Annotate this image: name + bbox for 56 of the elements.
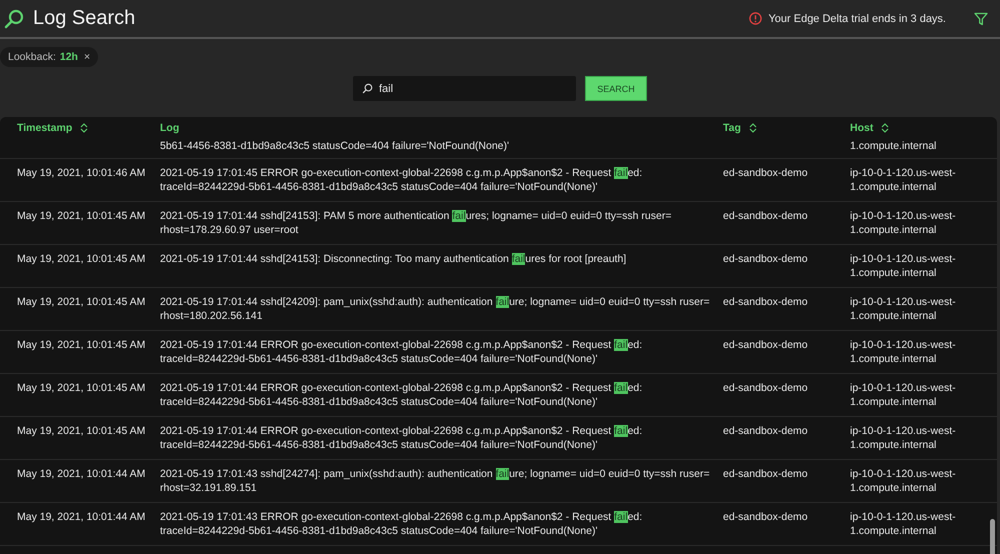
column-header[interactable]: Tag xyxy=(723,122,741,134)
host-cell-text: ip-10-0-1-120.us-west-1.compute.internal xyxy=(850,380,957,410)
host-cell-text: ip-10-0-1-120.us-west-1.compute.internal xyxy=(850,338,957,366)
host-cell-text: ip-10-0-1-120.us-west-1.compute.internal xyxy=(850,294,957,324)
tag-cell: ed-sandbox-demo xyxy=(723,382,808,394)
timestamp-cell: May 19, 2021, 10:01:44 AM xyxy=(17,510,146,522)
sort-icon[interactable] xyxy=(881,123,890,133)
timestamp-cell: May 19, 2021, 10:01:45 AM xyxy=(17,382,146,394)
timestamp-cell: May 19, 2021, 10:01:46 AM xyxy=(17,166,146,178)
log-cell-text: 2021-05-19 17:01:44 ERROR go-execution-context-global-22698 c.g.m.p.App$anon$2 - Request failed: traceId=8244229d-5b61-4456-8381-d1bd9a8c43c5 statusCode=404 failure='NotFound(None)' xyxy=(160,338,644,366)
timestamp-cell: May 19, 2021, 10:01:45 AM xyxy=(17,424,146,436)
timestamp-cell: May 19, 2021, 10:01:45 AM xyxy=(17,210,146,222)
search-field[interactable]: fail xyxy=(353,76,576,101)
log-cell-text: 2021-05-19 17:01:43 ERROR go-execution-context-global-22698 c.g.m.p.App$anon$2 - Request failed: traceId=8244229d-5b61-4456-8381-d1bd9a8c43c5 statusCode=404 failure='NotFound(None)' xyxy=(160,510,644,538)
log-cell-text: 2021-05-19 17:01:44 ERROR go-execution-context-global-22698 c.g.m.p.App$anon$2 - Request failed: traceId=8244229d-5b61-4456-8381-d1bd9a8c43c5 statusCode=404 failure='NotFound(None)' xyxy=(160,380,644,410)
tag-cell: ed-sandbox-demo xyxy=(723,210,808,222)
search-button[interactable]: SEARCH xyxy=(585,76,647,101)
host-cell-text: ip-10-0-1-120.us-west-1.compute.internal xyxy=(850,208,957,238)
tag-cell: ed-sandbox-demo xyxy=(723,166,808,178)
tag-cell: ed-sandbox-demo xyxy=(723,252,808,264)
log-cell-text: 2021-05-19 17:01:45 ERROR go-execution-context-global-22698 c.g.m.p.App$anon$2 - Request failed: traceId=8244229d-5b61-4456-8381-d1bd9a8c43c5 statusCode=404 failure='NotFound(None)' xyxy=(160,166,644,194)
search-icon xyxy=(4,8,24,28)
log-cell-text: 5b61-4456-8381-d1bd9a8c43c5 statusCode=404 failure='NotFound(None)' xyxy=(160,139,510,154)
chip-value: 12h xyxy=(60,51,78,63)
timestamp-cell: May 19, 2021, 10:01:45 AM xyxy=(17,252,146,264)
close-icon[interactable]: × xyxy=(84,51,90,63)
search-icon xyxy=(362,83,373,94)
log-cell-text: 2021-05-19 17:01:44 sshd[24153]: PAM 5 more authentication failures; logname= uid=0 euid=0 tty=ssh ruser= rhost=178.29.60.97 user=root xyxy=(160,208,672,238)
timestamp-cell: May 19, 2021, 10:01:44 AM xyxy=(17,468,146,480)
host-cell-text: ip-10-0-1-120.us-west-1.compute.internal xyxy=(850,166,957,194)
log-cell-text: 2021-05-19 17:01:44 sshd[24153]: Disconnecting: Too many authentication failures for root [preauth] xyxy=(160,252,628,266)
tag-cell: ed-sandbox-demo xyxy=(723,468,808,480)
alert-icon xyxy=(749,12,762,25)
tag-cell: ed-sandbox-demo xyxy=(723,338,808,350)
host-cell-text: ip-10-0-1-120.us-west-1.compute.internal xyxy=(850,424,957,452)
host-cell-text: 1.compute.internal xyxy=(850,139,938,154)
timestamp-cell: May 19, 2021, 10:01:45 AM xyxy=(17,338,146,350)
timestamp-cell: May 19, 2021, 10:01:45 AM xyxy=(17,296,146,308)
filter-chip[interactable]: Lookback: 12h × xyxy=(0,47,98,67)
filter-icon[interactable] xyxy=(974,12,988,26)
tag-cell: ed-sandbox-demo xyxy=(723,424,808,436)
column-header[interactable]: Timestamp xyxy=(17,122,72,134)
host-cell-text: ip-10-0-1-120.us-west-1.compute.internal xyxy=(850,466,957,496)
tag-cell: ed-sandbox-demo xyxy=(723,510,808,522)
sort-icon[interactable] xyxy=(80,123,88,133)
page-title: Log Search xyxy=(33,7,136,30)
trial-notice: Your Edge Delta trial ends in 3 days. xyxy=(768,12,946,24)
log-cell-text: 2021-05-19 17:01:44 ERROR go-execution-context-global-22698 c.g.m.p.App$anon$2 - Request failed: traceId=8244229d-5b61-4456-8381-d1bd9a8c43c5 statusCode=404 failure='NotFound(None)' xyxy=(160,424,644,452)
host-cell-text: ip-10-0-1-120.us-west-1.compute.internal xyxy=(850,510,957,538)
sort-icon[interactable] xyxy=(748,123,757,133)
column-header[interactable]: Host xyxy=(850,122,874,134)
scrollbar[interactable] xyxy=(990,519,995,554)
host-cell-text: ip-10-0-1-120.us-west-1.compute.internal xyxy=(850,252,957,280)
chip-label: Lookback: xyxy=(8,51,56,63)
tag-cell: ed-sandbox-demo xyxy=(723,296,808,308)
column-header[interactable]: Log xyxy=(160,122,180,134)
